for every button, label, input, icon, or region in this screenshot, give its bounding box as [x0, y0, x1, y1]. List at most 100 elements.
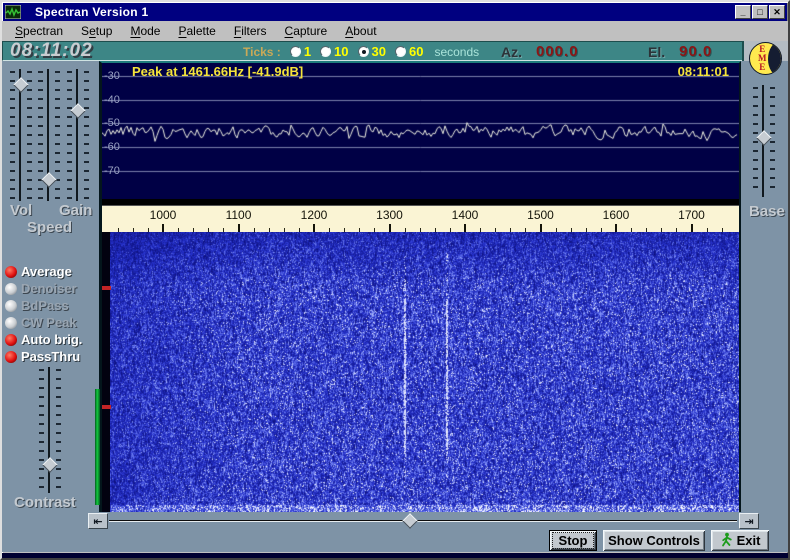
- vol-slider[interactable]: [10, 69, 32, 201]
- freq-tick-label: 1500: [527, 208, 554, 222]
- spectrum-canvas: [102, 63, 739, 199]
- base-label: Base: [749, 203, 785, 220]
- contrast-slider[interactable]: [39, 367, 61, 493]
- led-indicator-icon: [5, 266, 17, 278]
- led-indicator-icon: [5, 283, 17, 295]
- led-button-cw-peak[interactable]: CW Peak: [5, 314, 99, 331]
- freq-tick-label: 1200: [301, 208, 328, 222]
- freq-major-tick: [691, 224, 693, 232]
- exit-button[interactable]: Exit: [711, 530, 769, 551]
- led-button-auto-brig[interactable]: Auto brig.: [5, 331, 99, 348]
- ticks-label: Ticks :: [243, 45, 281, 59]
- menu-about[interactable]: About: [336, 22, 385, 40]
- freq-tick-label: 1700: [678, 208, 705, 222]
- freq-major-tick: [464, 224, 466, 232]
- freq-major-tick: [389, 224, 391, 232]
- time-axis-gutter: [102, 232, 110, 512]
- time-tick-marker: [102, 405, 111, 409]
- freq-major-tick: [615, 224, 617, 232]
- menu-palette[interactable]: Palette: [169, 22, 224, 40]
- ticks-option-1[interactable]: 1: [290, 44, 311, 59]
- waterfall-display: [102, 232, 739, 512]
- gain-slider[interactable]: [67, 69, 89, 201]
- radio-icon[interactable]: [395, 46, 406, 57]
- led-indicator-icon: [5, 334, 17, 346]
- db-tick-label: -50: [104, 117, 120, 129]
- display-column: Peak at 1461.66Hz [-41.9dB] 08:11:01 -30…: [99, 61, 741, 512]
- time-tick-marker: [102, 286, 111, 290]
- capture-progress-marker: [95, 389, 100, 505]
- speed-label: Speed: [27, 219, 72, 236]
- main-area: AverageDenoiserBdPassCW PeakAuto brig.Pa…: [2, 61, 788, 512]
- right-control-panel: Base: [741, 61, 788, 512]
- contrast-label: Contrast: [14, 494, 76, 511]
- freq-major-tick: [162, 224, 164, 232]
- bottom-edge: [2, 553, 788, 558]
- led-indicator-icon: [5, 317, 17, 329]
- led-button-passthru[interactable]: PassThru: [5, 348, 99, 365]
- azimuth-readout: Az. 000.0: [501, 43, 579, 60]
- led-indicator-icon: [5, 300, 17, 312]
- freq-major-tick: [238, 224, 240, 232]
- led-button-denoiser[interactable]: Denoiser: [5, 280, 99, 297]
- app-icon: [5, 5, 21, 19]
- menu-filters[interactable]: Filters: [225, 22, 276, 40]
- led-button-average[interactable]: Average: [5, 263, 99, 280]
- maximize-button-icon[interactable]: □: [752, 5, 768, 19]
- menu-spectran[interactable]: Spectran: [6, 22, 72, 40]
- ticks-option-60[interactable]: 60: [395, 44, 423, 59]
- spectran-window: Spectran Version 1 _ □ ✕ SpectranSetupMo…: [0, 0, 790, 560]
- status-toolbar: 08:11:02 Ticks : 1 10 30 60 seconds Az. 000…: [2, 41, 788, 61]
- freq-tick-label: 1000: [150, 208, 177, 222]
- db-tick-label: -60: [104, 141, 120, 153]
- menu-capture[interactable]: Capture: [276, 22, 337, 40]
- close-button-icon[interactable]: ✕: [769, 5, 785, 19]
- led-indicator-icon: [5, 351, 17, 363]
- titlebar: Spectran Version 1 _ □ ✕: [3, 3, 787, 21]
- freq-tick-label: 1300: [376, 208, 403, 222]
- menu-setup[interactable]: Setup: [72, 22, 121, 40]
- freq-major-tick: [540, 224, 542, 232]
- radio-icon[interactable]: [290, 46, 301, 57]
- elevation-readout: El. 90.0: [648, 43, 712, 60]
- scroll-track[interactable]: [109, 520, 737, 522]
- ticks-option-30[interactable]: 30: [358, 44, 386, 59]
- left-control-panel: AverageDenoiserBdPassCW PeakAuto brig.Pa…: [2, 61, 99, 512]
- db-tick-label: -70: [104, 165, 120, 177]
- freq-tick-label: 1400: [452, 208, 479, 222]
- clock-display: 08:11:02: [10, 40, 93, 62]
- waterfall-canvas: [110, 232, 739, 512]
- exit-man-icon: [720, 532, 733, 550]
- show-controls-button[interactable]: Show Controls: [603, 530, 705, 551]
- frequency-scroll-row: ⇤ ⇥: [2, 512, 788, 530]
- db-tick-label: -30: [104, 70, 120, 82]
- gain-label: Gain: [59, 202, 92, 219]
- bottom-button-row: Stop Show Controls Exit: [2, 530, 788, 552]
- scroll-right-button[interactable]: ⇥: [739, 513, 759, 529]
- stop-button[interactable]: Stop: [549, 530, 597, 551]
- ticks-option-10[interactable]: 10: [320, 44, 348, 59]
- seconds-label: seconds: [434, 45, 479, 59]
- radio-icon[interactable]: [358, 46, 369, 57]
- freq-tick-label: 1100: [226, 208, 252, 222]
- freq-tick-label: 1600: [603, 208, 630, 222]
- base-slider[interactable]: [753, 85, 775, 197]
- peak-readout: Peak at 1461.66Hz [-41.9dB]: [132, 64, 303, 79]
- freq-major-tick: [313, 224, 315, 232]
- scroll-left-button[interactable]: ⇤: [88, 513, 108, 529]
- spectrum-timestamp: 08:11:01: [678, 64, 729, 79]
- frequency-scale: 1000 1100 1200 1300 1400 1500 1600 1700: [102, 205, 739, 232]
- eme-logo-icon: EME: [749, 42, 782, 75]
- speed-slider[interactable]: [38, 69, 60, 201]
- scroll-thumb[interactable]: [403, 513, 419, 529]
- ticks-group: Ticks : 1 10 30 60 seconds: [243, 42, 479, 61]
- spectrum-plot: Peak at 1461.66Hz [-41.9dB] 08:11:01 -30…: [102, 63, 739, 199]
- radio-icon[interactable]: [320, 46, 331, 57]
- window-title: Spectran Version 1: [35, 5, 148, 19]
- minimize-button-icon[interactable]: _: [735, 5, 751, 19]
- db-tick-label: -40: [104, 94, 120, 106]
- led-button-bdpass[interactable]: BdPass: [5, 297, 99, 314]
- menu-bar: SpectranSetupModePaletteFiltersCaptureAb…: [2, 21, 788, 41]
- menu-mode[interactable]: Mode: [121, 22, 169, 40]
- vol-label: Vol: [10, 202, 32, 219]
